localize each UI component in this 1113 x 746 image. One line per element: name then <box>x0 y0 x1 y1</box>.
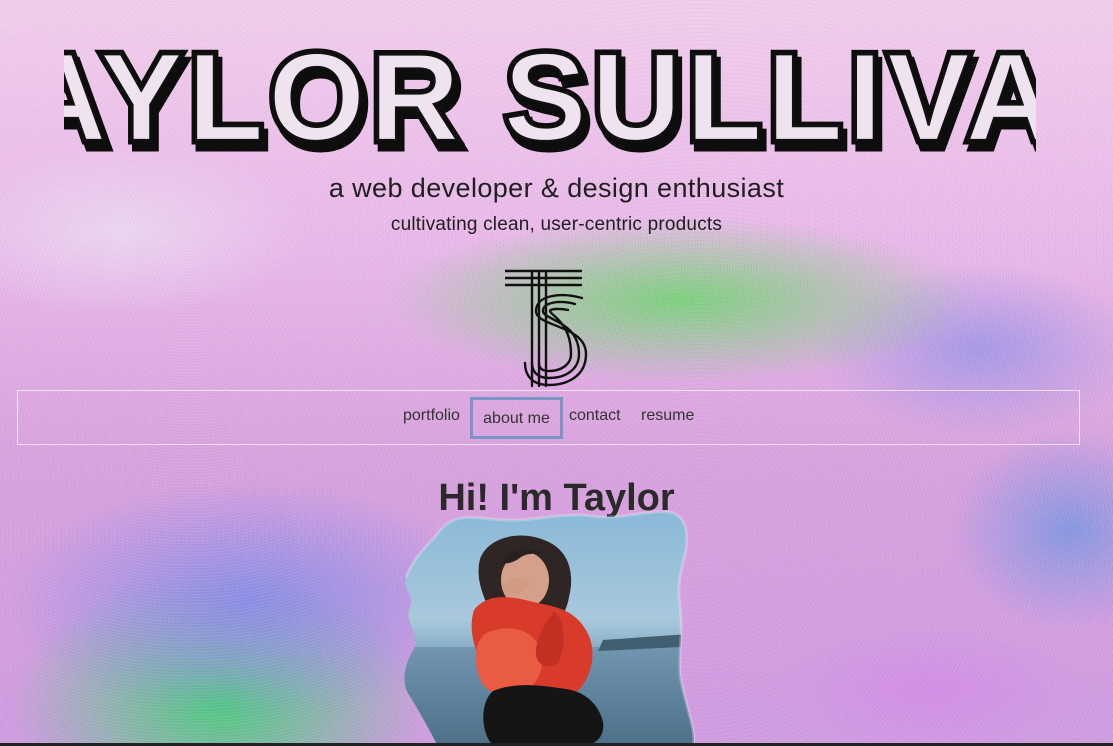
nav-portfolio-link[interactable]: portfolio <box>403 406 460 425</box>
site-tagline: a web developer & design enthusiast <box>328 173 785 203</box>
primary-navigation: portfolio about me contact resume <box>17 390 1080 445</box>
nav-contact-link[interactable]: contact <box>569 406 621 425</box>
ts-monogram-logo <box>505 269 588 388</box>
profile-portrait <box>404 510 696 746</box>
site-title: TAYLOR SULLIVAN TAYLOR SULLIVAN <box>64 38 1036 162</box>
site-title-inline: TAYLOR SULLIVAN <box>64 38 1036 162</box>
site-subtagline: cultivating clean, user-centric products <box>390 214 723 235</box>
nav-resume-link[interactable]: resume <box>641 406 694 425</box>
nav-about-me-link[interactable]: about me <box>470 397 563 439</box>
